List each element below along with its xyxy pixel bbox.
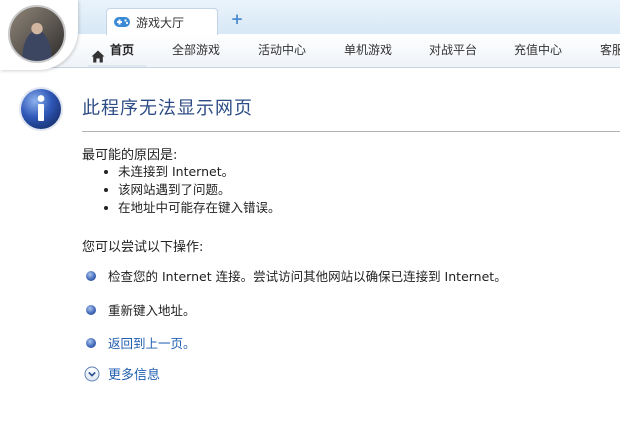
- add-tab-button[interactable]: +: [230, 11, 244, 27]
- list-item: 未连接到 Internet。: [104, 163, 281, 181]
- cause-text: 在地址中可能存在键入错误。: [118, 200, 281, 215]
- title-bar: [0, 0, 620, 34]
- cause-text: 该网站遇到了问题。: [118, 182, 231, 197]
- causes-heading: 最可能的原因是:: [82, 148, 178, 163]
- nav-battle-platform[interactable]: 对战平台: [429, 34, 477, 67]
- user-avatar[interactable]: [8, 5, 66, 63]
- action-go-back[interactable]: 返回到上一页。: [86, 333, 196, 352]
- info-icon: [19, 87, 63, 131]
- tab-label: 游戏大厅: [136, 15, 185, 30]
- action-text: 重新键入地址。: [108, 303, 196, 318]
- tab-game-lobby[interactable]: 游戏大厅: [106, 8, 218, 35]
- causes-list: 未连接到 Internet。 该网站遇到了问题。 在地址中可能存在键入错误。: [104, 163, 281, 217]
- nav-customer-service[interactable]: 客服: [600, 34, 620, 67]
- go-back-link[interactable]: 返回到上一页。: [108, 333, 196, 352]
- nav-recharge-center[interactable]: 充值中心: [514, 34, 562, 67]
- blue-bullet-icon: [86, 270, 96, 281]
- bullet-dot: [104, 206, 108, 210]
- action-retype-address: 重新键入地址。: [86, 300, 196, 319]
- blue-bullet-icon: [86, 304, 96, 315]
- action-text: 检查您的 Internet 连接。尝试访问其他网站以确保已连接到 Interne…: [108, 269, 507, 284]
- blue-bullet-icon: [86, 337, 96, 348]
- chevron-down-circle-icon: [84, 366, 100, 381]
- nav-activity-center[interactable]: 活动中心: [258, 34, 306, 67]
- nav-home[interactable]: 首页: [88, 34, 146, 67]
- action-check-connection: 检查您的 Internet 连接。尝试访问其他网站以确保已连接到 Interne…: [86, 266, 507, 285]
- more-info-label[interactable]: 更多信息: [108, 364, 160, 383]
- bullet-dot: [104, 170, 108, 174]
- nav-home-label: 首页: [110, 42, 135, 57]
- more-info-toggle[interactable]: 更多信息: [84, 364, 160, 383]
- page-title: 此程序无法显示网页: [82, 98, 253, 119]
- gamepad-icon: [113, 15, 131, 29]
- cause-text: 未连接到 Internet。: [118, 164, 235, 179]
- home-icon: [91, 43, 105, 63]
- nav-all-games[interactable]: 全部游戏: [172, 34, 220, 67]
- list-item: 在地址中可能存在键入错误。: [104, 199, 281, 217]
- list-item: 该网站遇到了问题。: [104, 181, 281, 199]
- title-divider: [82, 131, 620, 132]
- bullet-dot: [104, 188, 108, 192]
- nav-single-player[interactable]: 单机游戏: [344, 34, 392, 67]
- actions-heading: 您可以尝试以下操作:: [82, 240, 204, 255]
